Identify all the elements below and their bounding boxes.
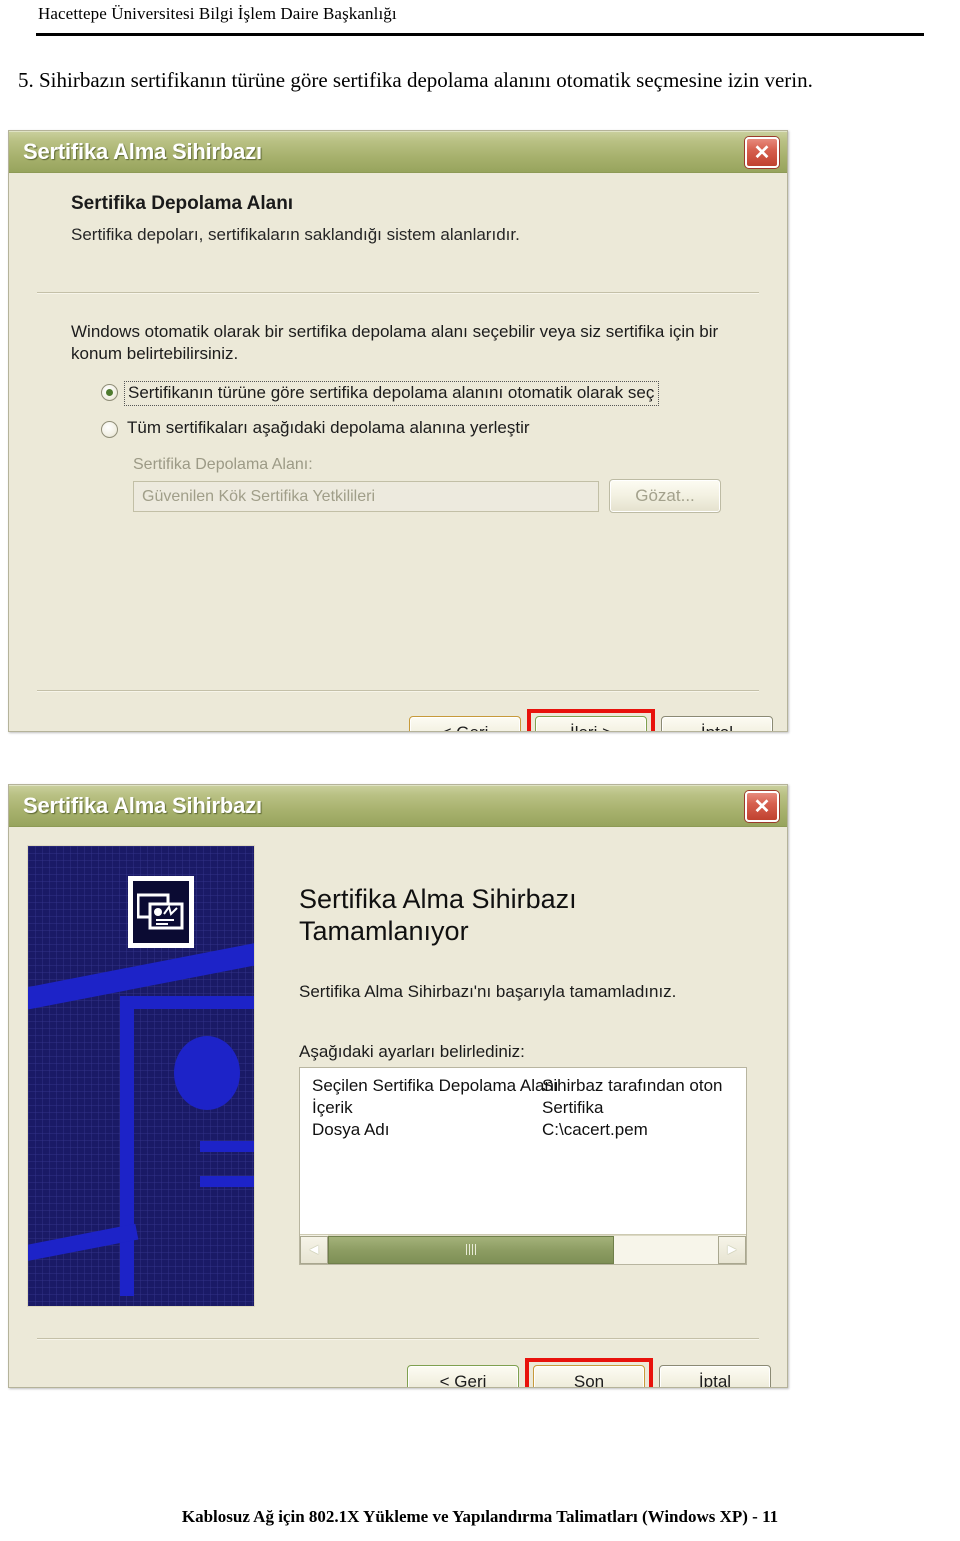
next-button-label: İleri > xyxy=(570,723,612,731)
dialog1-footer-separator xyxy=(37,690,759,692)
radio-manual-label: Tüm sertifikaları aşağıdaki depolama ala… xyxy=(127,418,530,437)
list-item-value: Sihirbaz tarafından oton xyxy=(542,1076,723,1095)
certificate-import-wizard-store-dialog: Sertifika Alma Sihirbazı ✕ Sertifika Dep… xyxy=(8,130,788,732)
scroll-left-glyph: ◄ xyxy=(306,1241,322,1258)
dialog2-footer-separator xyxy=(37,1338,759,1340)
cancel-button[interactable]: İptal xyxy=(659,1365,771,1388)
cancel-button-label: İptal xyxy=(698,1372,732,1388)
scrollbar-grip-icon xyxy=(466,1244,476,1255)
certificate-import-wizard-complete-dialog: Sertifika Alma Sihirbazı ✕ Sertifika Alm… xyxy=(8,784,788,1388)
scrollbar-thumb[interactable] xyxy=(328,1235,614,1264)
dialog2-body: Sertifika Alma Sihirbazı Tamamlanıyor Se… xyxy=(9,827,787,1388)
dialog1-description: Windows otomatik olarak bir sertifika de… xyxy=(71,322,719,364)
dialog1-page-title: Sertifika Depolama Alanı xyxy=(71,193,294,214)
list-item-key: Seçilen Sertifika Depolama Alanı xyxy=(312,1076,559,1095)
watermark-line-1 xyxy=(200,1141,254,1152)
list-item-value: Sertifika xyxy=(542,1098,604,1117)
scroll-right-icon[interactable]: ► xyxy=(718,1235,746,1264)
close-icon[interactable]: ✕ xyxy=(745,791,779,822)
watermark-line-2 xyxy=(200,1176,254,1187)
store-field-label: Sertifika Depolama Alanı: xyxy=(133,456,313,473)
radio-manual-icon[interactable] xyxy=(101,421,118,438)
browse-button[interactable]: Gözat... xyxy=(609,479,721,513)
page-footer: Kablosuz Ağ için 802.1X Yükleme ve Yapıl… xyxy=(181,1507,779,1526)
finish-button[interactable]: Son xyxy=(533,1365,645,1388)
header-divider xyxy=(36,33,924,36)
scroll-left-icon[interactable]: ◄ xyxy=(300,1235,328,1264)
page-header: Hacettepe Üniversitesi Bilgi İşlem Daire… xyxy=(38,4,397,23)
back-button-label: < Geri xyxy=(439,1372,487,1388)
radio-auto-select-store[interactable]: Sertifikanın türüne göre sertifika depol… xyxy=(101,381,660,406)
browse-button-label: Gözat... xyxy=(635,486,695,505)
list-item-value: C:\cacert.pem xyxy=(542,1120,648,1139)
dialog1-page-header: Sertifika Depolama Alanı Sertifika depol… xyxy=(9,173,787,293)
radio-auto-icon[interactable] xyxy=(101,384,118,401)
dialog2-heading-line2: Tamamlanıyor xyxy=(299,916,469,947)
close-icon[interactable]: ✕ xyxy=(745,137,779,168)
dialog1-body: Sertifika Depolama Alanı Sertifika depol… xyxy=(9,173,787,731)
back-button[interactable]: < Geri xyxy=(407,1365,519,1388)
watermark-top-band xyxy=(120,996,254,1009)
list-item: Dosya Adı C:\cacert.pem xyxy=(312,1120,742,1140)
cancel-button-label: İptal xyxy=(701,723,733,731)
scrollbar-track[interactable] xyxy=(328,1234,718,1264)
list-item-key: Dosya Adı xyxy=(312,1120,390,1139)
dialog1-title: Sertifika Alma Sihirbazı xyxy=(23,139,262,164)
dialog2-titlebar: Sertifika Alma Sihirbazı ✕ xyxy=(9,785,787,827)
certificate-icon xyxy=(128,876,194,948)
dialog2-settings-intro: Aşağıdaki ayarları belirlediniz: xyxy=(299,1042,525,1061)
watermark-vertical-band xyxy=(120,996,134,1296)
dialog1-titlebar: Sertifika Alma Sihirbazı ✕ xyxy=(9,131,787,173)
radio-auto-label: Sertifikanın türüne göre sertifika depol… xyxy=(124,381,660,406)
scroll-right-glyph: ► xyxy=(724,1241,740,1258)
next-button[interactable]: İleri > xyxy=(535,716,647,731)
dialog1-page-subtitle: Sertifika depoları, sertifikaların sakla… xyxy=(71,225,520,244)
certificate-store-value: Güvenilen Kök Sertifika Yetkilileri xyxy=(142,487,376,505)
dialog2-success-text: Sertifika Alma Sihirbazı'nı başarıyla ta… xyxy=(299,982,677,1001)
list-item: İçerik Sertifika xyxy=(312,1098,742,1118)
settings-listbox[interactable]: Seçilen Sertifika Depolama Alanı Sihirba… xyxy=(299,1067,747,1265)
dialog2-title: Sertifika Alma Sihirbazı xyxy=(23,793,262,818)
dialog2-heading-line1: Sertifika Alma Sihirbazı xyxy=(299,884,577,914)
back-button[interactable]: < Geri xyxy=(409,716,521,731)
finish-button-label: Son xyxy=(573,1372,605,1388)
list-item: Seçilen Sertifika Depolama Alanı Sihirba… xyxy=(312,1076,742,1096)
back-button-label: < Geri xyxy=(442,723,489,731)
certificate-store-input[interactable]: Güvenilen Kök Sertifika Yetkilileri xyxy=(133,481,599,512)
watermark-seal-icon xyxy=(174,1036,240,1110)
step-instruction: 5. Sihirbazın sertifikanın türüne göre s… xyxy=(18,68,813,92)
list-item-key: İçerik xyxy=(312,1098,353,1117)
radio-place-all-in-store[interactable]: Tüm sertifikaları aşağıdaki depolama ala… xyxy=(101,418,530,438)
dialog1-header-separator xyxy=(37,292,759,294)
dialog2-heading: Sertifika Alma Sihirbazı Tamamlanıyor xyxy=(299,883,739,948)
wizard-watermark-panel xyxy=(27,845,255,1307)
cancel-button[interactable]: İptal xyxy=(661,716,773,731)
horizontal-scrollbar[interactable]: ◄ ► xyxy=(300,1234,746,1264)
